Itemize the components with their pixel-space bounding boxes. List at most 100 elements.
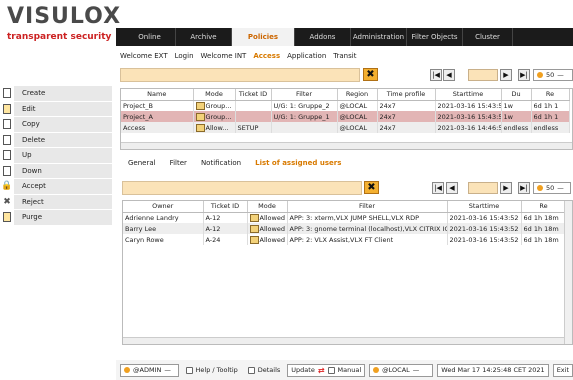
col-header[interactable]: Re: [521, 201, 567, 213]
nav-tab-archive[interactable]: Archive: [176, 28, 232, 46]
sidebar-label: Delete: [22, 135, 45, 144]
move-up-icon: [0, 147, 14, 163]
sidebar-label: Create: [22, 89, 46, 98]
nav-tab-online[interactable]: Online: [124, 28, 176, 46]
col-header[interactable]: Re: [531, 89, 570, 101]
next-page-button[interactable]: ▶: [500, 69, 512, 81]
col-header[interactable]: Filter: [287, 201, 448, 213]
table-row-selected[interactable]: Project_A Group... U/G: 1: Gruppe_1 @LOC…: [121, 111, 570, 122]
allow-mode-icon: [249, 224, 259, 233]
table-row[interactable]: Access Allow... SETUP @LOCAL 24x7 2021-0…: [121, 122, 570, 133]
subnav-login[interactable]: Login: [175, 52, 194, 60]
col-header[interactable]: Filter: [271, 89, 338, 101]
sidebar-delete[interactable]: Delete: [0, 132, 112, 148]
col-header[interactable]: Time profile: [377, 89, 436, 101]
first-page-button[interactable]: |◀: [432, 182, 444, 194]
cell: APP: 3: xterm,VLX JUMP SHELL,VLX RDP: [287, 212, 448, 223]
help-toggle[interactable]: Help / Tooltip: [183, 364, 241, 377]
subnav-welcome-ext[interactable]: Welcome EXT: [120, 52, 168, 60]
horizontal-scrollbar[interactable]: [121, 142, 572, 149]
cell: 6d 1h 1: [531, 111, 570, 122]
policies-table: Name Mode Ticket ID Filter Region Time p…: [121, 89, 570, 133]
page-size-select[interactable]: 50—: [533, 69, 573, 81]
page-size-select[interactable]: 50—: [533, 182, 571, 194]
cell: APP: 2: VLX Assist,VLX FT Client: [287, 234, 448, 245]
dot-icon: [537, 185, 543, 191]
accept-icon: 🔒: [0, 178, 14, 194]
table-row[interactable]: Project_B Group... U/G: 1: Gruppe_2 @LOC…: [121, 100, 570, 111]
cell: 6d 1h 18m: [521, 212, 567, 223]
sidebar-reject[interactable]: ✖ Reject: [0, 194, 112, 210]
purge-icon: [0, 209, 14, 225]
cell: 2021-03-16 15:43:52: [447, 212, 522, 223]
col-header[interactable]: Region: [337, 89, 378, 101]
cell-text: Group...: [205, 101, 232, 110]
new-document-icon: [0, 85, 14, 101]
reject-icon: ✖: [0, 194, 14, 210]
nav-tab-cluster[interactable]: Cluster: [463, 28, 513, 46]
clear-filter-button[interactable]: ✖: [363, 68, 378, 81]
sidebar-down[interactable]: Down: [0, 163, 112, 179]
col-header[interactable]: Ticket ID: [235, 89, 272, 101]
vertical-scrollbar[interactable]: [564, 201, 572, 344]
col-header[interactable]: Ticket ID: [203, 201, 248, 213]
sidebar-accept[interactable]: 🔒 Accept: [0, 178, 112, 195]
col-header[interactable]: Starttime: [447, 201, 522, 213]
col-header[interactable]: Mode: [247, 201, 288, 213]
col-header[interactable]: Name: [121, 89, 194, 101]
sidebar-copy[interactable]: Copy: [0, 116, 112, 133]
user-value: @ADMIN: [133, 366, 162, 374]
col-header[interactable]: Starttime: [435, 89, 502, 101]
last-page-button[interactable]: ▶|: [518, 69, 530, 81]
nav-tab-filter-objects[interactable]: Filter Objects: [407, 28, 463, 46]
page-number-input[interactable]: [468, 182, 498, 194]
table-row[interactable]: Adrienne Landry A-12 Allowed APP: 3: xte…: [123, 212, 567, 223]
mode-cell: Allow...: [193, 122, 236, 133]
tab-notification[interactable]: Notification: [201, 159, 241, 167]
subnav-application[interactable]: Application: [287, 52, 326, 60]
subnav-access[interactable]: Access: [253, 52, 280, 60]
user-select[interactable]: @ADMIN —: [120, 363, 179, 377]
nav-tab-administration[interactable]: Administration: [351, 28, 407, 46]
cell: endless: [531, 122, 570, 133]
col-header[interactable]: Du: [501, 89, 532, 101]
nav-spacer: [116, 28, 124, 46]
help-label: Help / Tooltip: [195, 366, 238, 374]
first-page-button[interactable]: |◀: [430, 69, 442, 81]
col-header[interactable]: Mode: [193, 89, 236, 101]
manual-checkbox[interactable]: [327, 366, 335, 374]
sidebar-edit[interactable]: Edit: [0, 101, 112, 117]
sidebar-up[interactable]: Up: [0, 147, 112, 164]
sidebar-purge[interactable]: Purge: [0, 209, 112, 226]
sidebar-create[interactable]: Create: [0, 85, 112, 102]
cell: [235, 100, 272, 111]
help-checkbox[interactable]: [185, 366, 193, 374]
region-select[interactable]: @LOCAL —: [369, 363, 434, 377]
table-row[interactable]: Caryn Rowe A-24 Allowed APP: 2: VLX Assi…: [123, 234, 567, 245]
col-header[interactable]: Owner: [123, 201, 204, 213]
edit-document-icon: [0, 101, 14, 117]
cell: 24x7: [377, 122, 436, 133]
prev-page-button[interactable]: ◀: [446, 182, 458, 194]
tab-general[interactable]: General: [128, 159, 156, 167]
update-button[interactable]: Update ⇄ Manual: [287, 363, 366, 377]
tab-filter[interactable]: Filter: [170, 159, 187, 167]
details-checkbox[interactable]: [247, 366, 255, 374]
tab-assigned-users[interactable]: List of assigned users: [255, 159, 341, 167]
next-page-button[interactable]: ▶: [500, 182, 512, 194]
nav-tab-policies[interactable]: Policies: [232, 28, 295, 46]
details-toggle[interactable]: Details: [245, 364, 284, 377]
allow-mode-icon: [195, 123, 205, 132]
subnav-welcome-int[interactable]: Welcome INT: [201, 52, 247, 60]
subnav-transit[interactable]: Transit: [333, 52, 356, 60]
exit-button[interactable]: Exit: [552, 363, 573, 377]
last-page-button[interactable]: ▶|: [518, 182, 530, 194]
table-row[interactable]: Barry Lee A-12 Allowed APP: 3: gnome ter…: [123, 223, 567, 234]
prev-page-button[interactable]: ◀: [443, 69, 455, 81]
users-filter-input[interactable]: [122, 181, 362, 195]
page-number-input[interactable]: [468, 69, 498, 81]
nav-tab-addons[interactable]: Addons: [295, 28, 351, 46]
clear-users-filter-button[interactable]: ✖: [364, 181, 379, 194]
policy-filter-input[interactable]: [120, 68, 360, 82]
horizontal-scrollbar[interactable]: [123, 337, 564, 344]
